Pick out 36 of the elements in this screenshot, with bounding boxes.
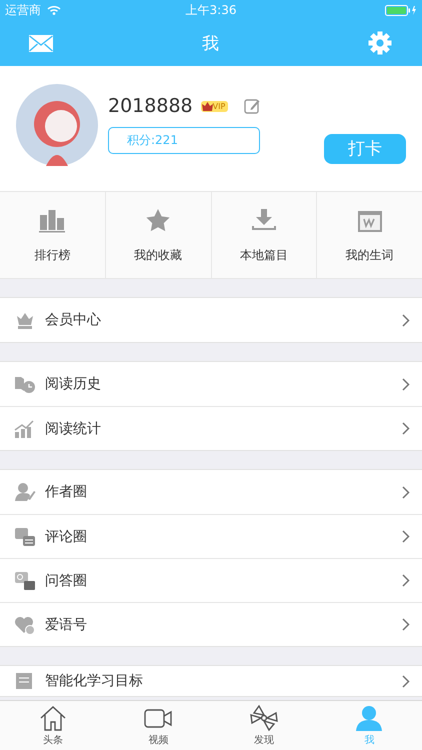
chevron-icon bbox=[402, 422, 410, 435]
tab[interactable]: 头条 bbox=[0, 701, 106, 750]
carrier-name: 运营商 bbox=[5, 2, 41, 18]
person-pen-icon bbox=[14, 482, 36, 502]
shortcut-item[interactable]: 我的生词 bbox=[316, 192, 422, 278]
chevron-icon bbox=[402, 486, 410, 498]
book-clock-icon bbox=[14, 374, 36, 394]
wifi-icon bbox=[47, 5, 61, 15]
points-label: 积分:221 bbox=[108, 127, 260, 154]
chevron-icon bbox=[402, 314, 410, 326]
page-title: 我 bbox=[202, 32, 219, 54]
qa-icon bbox=[14, 570, 36, 590]
shortcut-item[interactable]: 本地篇目 bbox=[210, 192, 316, 278]
chevron-icon bbox=[402, 618, 410, 631]
chevron-icon bbox=[402, 574, 410, 587]
chart-icon bbox=[14, 418, 36, 438]
status-time: 上午3:36 bbox=[186, 2, 236, 18]
tab[interactable]: 发现 bbox=[211, 701, 316, 750]
shortcut-item[interactable]: 我的收藏 bbox=[104, 192, 210, 278]
chevron-icon bbox=[402, 530, 410, 543]
shortcut-item[interactable]: 排行榜 bbox=[0, 192, 105, 278]
battery-icon bbox=[385, 4, 417, 16]
username: 2018888 bbox=[108, 95, 193, 117]
settings-icon[interactable] bbox=[368, 31, 392, 55]
chevron-icon bbox=[402, 674, 410, 688]
tab[interactable]: 视频 bbox=[106, 701, 211, 750]
mail-icon[interactable] bbox=[29, 34, 53, 52]
vip-badge: VIP bbox=[200, 100, 228, 112]
user-icon bbox=[354, 704, 384, 732]
chat-icon bbox=[14, 526, 36, 546]
star-icon bbox=[144, 206, 172, 232]
download-icon bbox=[250, 206, 278, 232]
edit-icon[interactable] bbox=[244, 98, 260, 114]
pinwheel-icon bbox=[248, 704, 279, 732]
chevron-icon bbox=[402, 378, 410, 390]
heart-icon bbox=[14, 614, 36, 634]
